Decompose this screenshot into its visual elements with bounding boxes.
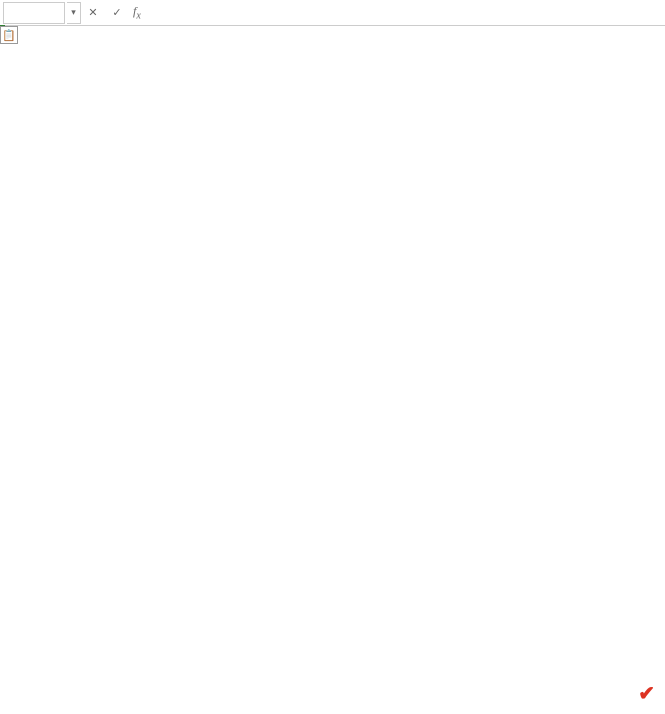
formula-bar: ▾ ✕ ✓ fx [0, 0, 665, 26]
accept-formula-button[interactable]: ✓ [107, 3, 127, 23]
name-box-dropdown[interactable]: ▾ [67, 2, 81, 24]
name-box[interactable] [3, 2, 65, 24]
paste-options-button[interactable]: 📋 [0, 26, 18, 44]
formula-input[interactable] [145, 2, 665, 24]
fx-icon[interactable]: fx [133, 4, 141, 21]
watermark: ✔ [638, 681, 655, 706]
cancel-formula-button[interactable]: ✕ [83, 3, 103, 23]
